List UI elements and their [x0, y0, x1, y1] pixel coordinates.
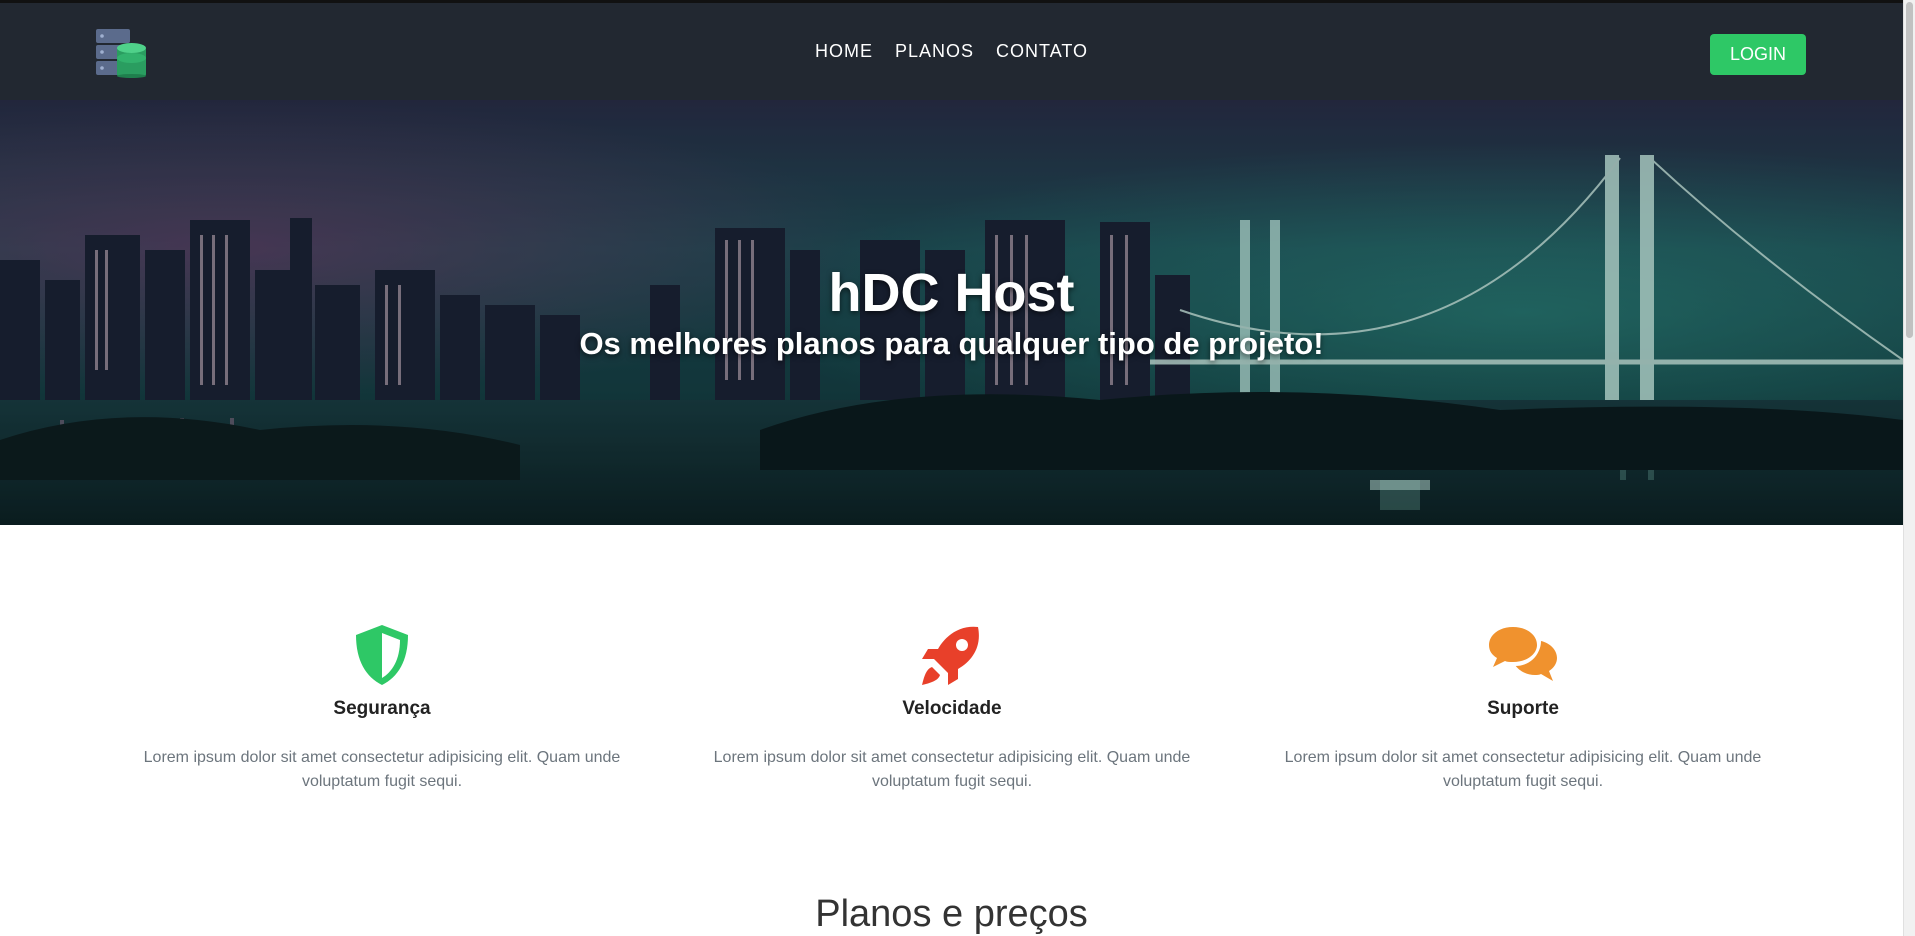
feature-suporte: Suporte Lorem ipsum dolor sit amet conse…: [1263, 620, 1783, 794]
feature-title: Suporte: [1487, 698, 1559, 719]
feature-seguranca: Segurança Lorem ipsum dolor sit amet con…: [122, 620, 642, 794]
scrollbar-thumb[interactable]: [1906, 2, 1913, 338]
shield-icon: [122, 620, 642, 690]
feature-description: Lorem ipsum dolor sit amet consectetur a…: [1284, 749, 1762, 790]
nav-link-contato[interactable]: CONTATO: [996, 41, 1088, 62]
hero-banner: hDC Host Os melhores planos para qualque…: [0, 100, 1903, 525]
navbar: HOME PLANOS CONTATO LOGIN: [0, 0, 1903, 100]
plans-section-title: Planos e preços: [815, 893, 1088, 935]
page-viewport: HOME PLANOS CONTATO LOGIN hDC Host Os me…: [0, 0, 1903, 936]
login-button[interactable]: LOGIN: [1710, 34, 1806, 75]
feature-description: Lorem ipsum dolor sit amet consectetur a…: [713, 749, 1191, 790]
main-nav: HOME PLANOS CONTATO: [0, 41, 1903, 62]
hero-title: hDC Host: [828, 263, 1075, 323]
rocket-icon: [692, 620, 1212, 690]
feature-title: Segurança: [333, 698, 431, 719]
nav-link-planos[interactable]: PLANOS: [895, 41, 974, 62]
feature-description: Lorem ipsum dolor sit amet consectetur a…: [143, 749, 621, 790]
feature-title: Velocidade: [902, 698, 1002, 719]
nav-link-home[interactable]: HOME: [815, 41, 873, 62]
hero-subtitle: Os melhores planos para qualquer tipo de…: [579, 326, 1324, 361]
chat-bubbles-icon: [1263, 620, 1783, 690]
feature-velocidade: Velocidade Lorem ipsum dolor sit amet co…: [692, 620, 1212, 794]
vertical-scrollbar[interactable]: [1903, 0, 1915, 936]
